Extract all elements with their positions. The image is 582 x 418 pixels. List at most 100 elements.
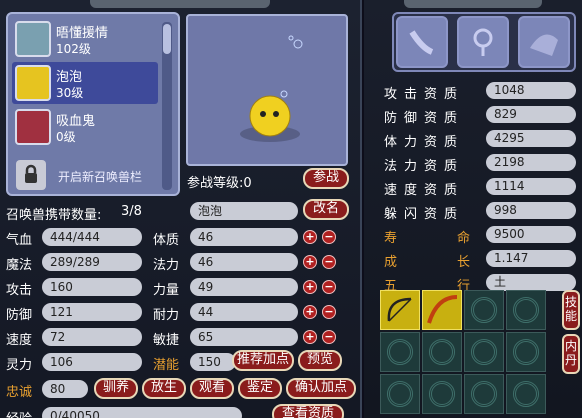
- pet-list-item[interactable]: 晤懂援情 102级: [12, 18, 158, 60]
- aptitude-label: 体力资质: [384, 135, 465, 150]
- pet-list-item-selected[interactable]: 泡泡 30级: [12, 62, 158, 104]
- stat-label: 魔法: [6, 258, 33, 273]
- aptitude-value: 998: [486, 202, 576, 219]
- plus-icon[interactable]: +: [303, 280, 317, 294]
- plus-icon[interactable]: +: [303, 230, 317, 244]
- join-battle-button[interactable]: 参战: [303, 168, 349, 189]
- knot-icon: [387, 381, 413, 407]
- stat-value: 121: [42, 303, 142, 321]
- skill-slot-empty[interactable]: [464, 290, 504, 330]
- element-value: 土: [486, 274, 576, 291]
- skills-tab[interactable]: 技能: [562, 290, 580, 330]
- pet-level: 30级: [56, 86, 84, 100]
- knot-icon: [513, 297, 539, 323]
- plus-icon[interactable]: +: [303, 255, 317, 269]
- aptitude-label: 防御资质: [384, 111, 465, 126]
- aptitude-label: 攻击资质: [384, 87, 465, 102]
- collar-icon: [409, 30, 434, 55]
- minus-icon[interactable]: −: [322, 305, 336, 319]
- skill-slot-empty[interactable]: [506, 374, 546, 414]
- attr-value: 46: [190, 228, 298, 246]
- armor-icon: [530, 34, 558, 56]
- rename-button[interactable]: 改名: [303, 199, 349, 220]
- stat-label: 灵力: [6, 358, 33, 373]
- knot-icon: [429, 381, 455, 407]
- skill-slot-empty[interactable]: [422, 332, 462, 372]
- minus-icon[interactable]: −: [322, 230, 336, 244]
- appraise-button[interactable]: 鉴定: [238, 378, 282, 399]
- aptitude-value: 2198: [486, 154, 576, 171]
- attr-label: 敏捷: [153, 333, 180, 348]
- equip-slot-armor[interactable]: [518, 16, 570, 68]
- pet-sprite: [240, 35, 303, 142]
- plus-icon[interactable]: +: [303, 330, 317, 344]
- growth-value: 1.147: [486, 250, 576, 267]
- pet-avatar: [15, 109, 51, 145]
- stat-value: 160: [42, 278, 142, 296]
- pet-name: 吸血鬼: [56, 114, 96, 129]
- stat-value: 444/444: [42, 228, 142, 246]
- attr-label: 体质: [153, 233, 180, 248]
- attr-value: 49: [190, 278, 298, 296]
- tame-button[interactable]: 驯养: [94, 378, 138, 399]
- scrollbar-thumb[interactable]: [163, 24, 171, 54]
- unlock-slot[interactable]: 开启新召唤兽栏: [12, 156, 158, 196]
- aptitude-label: 躲闪资质: [384, 207, 465, 222]
- stat-label: 攻击: [6, 283, 33, 298]
- recommend-points-button[interactable]: 推荐加点: [232, 350, 294, 371]
- pet-list-item[interactable]: 吸血鬼 0级: [12, 106, 158, 148]
- skill-slot[interactable]: [422, 290, 462, 330]
- skill-slot-empty[interactable]: [380, 374, 420, 414]
- pet-list-scrollbar[interactable]: [162, 22, 172, 190]
- aptitude-value: 1048: [486, 82, 576, 99]
- skill-slot-empty[interactable]: [380, 332, 420, 372]
- aptitude-value: 1114: [486, 178, 576, 195]
- stat-value: 106: [42, 353, 142, 371]
- equip-slot-amulet[interactable]: [457, 16, 509, 68]
- unlock-label: 开启新召唤兽栏: [58, 170, 143, 184]
- aptitude-panel-titlebar: [404, 0, 542, 8]
- attr-label: 耐力: [153, 308, 180, 323]
- skill-slot-empty[interactable]: [464, 332, 504, 372]
- loyalty-value: 80: [42, 380, 88, 398]
- preview-button[interactable]: 预览: [298, 350, 342, 371]
- release-button[interactable]: 放生: [142, 378, 186, 399]
- confirm-points-button[interactable]: 确认加点: [286, 378, 356, 399]
- lifespan-value: 9500: [486, 226, 576, 243]
- plus-icon[interactable]: +: [303, 305, 317, 319]
- knot-icon: [513, 339, 539, 365]
- equip-slot-collar[interactable]: [396, 16, 448, 68]
- minus-icon[interactable]: −: [322, 330, 336, 344]
- knot-icon: [429, 339, 455, 365]
- pet-avatar: [15, 65, 51, 101]
- skill-slot-empty[interactable]: [506, 290, 546, 330]
- skill-slot[interactable]: [380, 290, 420, 330]
- pet-level: 0级: [56, 130, 76, 144]
- skill-slot-empty[interactable]: [422, 374, 462, 414]
- pet-name-field[interactable]: 泡泡: [190, 202, 298, 220]
- watch-button[interactable]: 观看: [190, 378, 234, 399]
- pet-panel-titlebar: [90, 0, 270, 8]
- aptitude-label: 法力资质: [384, 159, 465, 174]
- battle-level: 参战等级:0: [187, 176, 252, 191]
- attr-label: 法力: [153, 258, 180, 273]
- carry-label: 召唤兽携带数量:: [6, 208, 102, 223]
- skill-slot-empty[interactable]: [464, 374, 504, 414]
- pet-level: 102级: [56, 42, 91, 56]
- knot-icon: [513, 381, 539, 407]
- stat-value: 289/289: [42, 253, 142, 271]
- stat-label: 气血: [6, 233, 33, 248]
- pet-avatar: [15, 21, 51, 57]
- skill-slot-empty[interactable]: [506, 332, 546, 372]
- view-aptitude-button[interactable]: 查看资质: [272, 404, 344, 418]
- minus-icon[interactable]: −: [322, 255, 336, 269]
- attr-value: 65: [190, 328, 298, 346]
- stat-label: 防御: [6, 308, 33, 323]
- knot-icon: [471, 381, 497, 407]
- attr-label: 力量: [153, 283, 180, 298]
- attr-value: 44: [190, 303, 298, 321]
- feather-icon: [427, 295, 458, 324]
- inner-pill-tab[interactable]: 内丹: [562, 334, 580, 374]
- minus-icon[interactable]: −: [322, 280, 336, 294]
- pet-name: 晤懂援情: [56, 26, 109, 41]
